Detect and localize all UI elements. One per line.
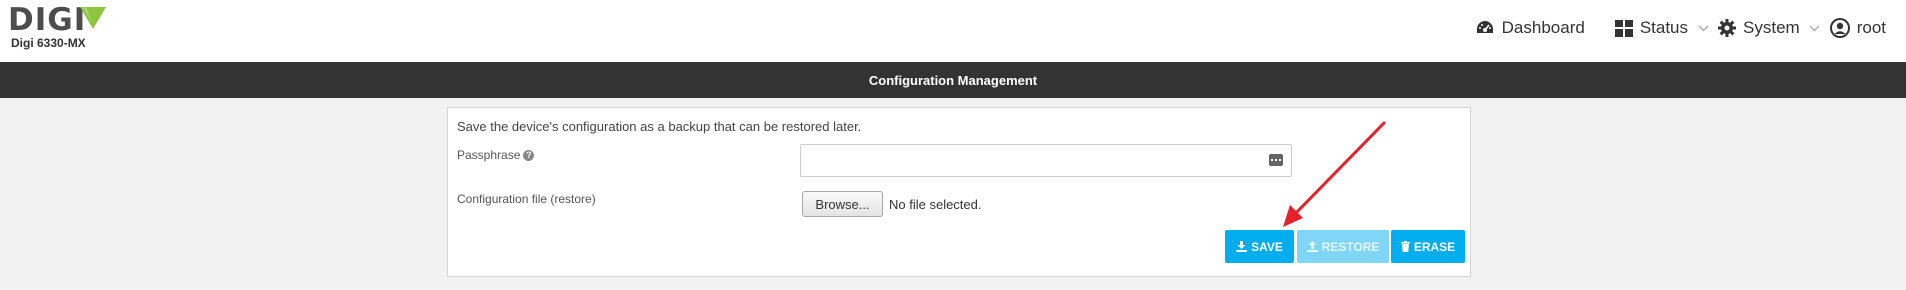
nav-dashboard[interactable]: Dashboard — [1475, 18, 1585, 38]
download-icon — [1236, 241, 1248, 252]
nav-system[interactable]: System — [1718, 18, 1800, 38]
panel-description: Save the device's configuration as a bac… — [457, 119, 862, 134]
system-chevron-down-icon[interactable] — [1800, 25, 1830, 32]
config-file-label: Configuration file (restore) — [457, 192, 596, 206]
browse-button[interactable]: Browse... — [802, 191, 883, 217]
nav-status[interactable]: Status — [1614, 18, 1689, 38]
passphrase-label-text: Passphrase — [457, 148, 521, 162]
top-header: DIGI Digi 6330-MX Dashboard Status Syste… — [0, 0, 1906, 62]
grid-icon — [1614, 19, 1633, 37]
restore-button[interactable]: RESTORE — [1297, 230, 1389, 263]
digi-logo-icon — [80, 7, 106, 29]
config-panel: Save the device's configuration as a bac… — [447, 107, 1471, 277]
save-label: SAVE — [1251, 239, 1283, 254]
upload-icon — [1306, 241, 1318, 252]
gear-icon — [1718, 19, 1737, 37]
page-title-bar: Configuration Management — [0, 62, 1906, 98]
top-nav: Dashboard Status System root — [1475, 15, 1886, 41]
nav-system-label: System — [1743, 18, 1800, 37]
erase-label: ERASE — [1413, 239, 1456, 254]
nav-user[interactable]: root — [1829, 18, 1886, 38]
dashboard-gauge-icon — [1476, 21, 1493, 33]
save-button[interactable]: SAVE — [1225, 230, 1294, 263]
erase-button[interactable]: ERASE — [1391, 230, 1465, 263]
trash-icon — [1400, 241, 1410, 252]
status-chevron-down-icon[interactable] — [1688, 25, 1718, 32]
brand-text: DIGI — [8, 2, 87, 38]
restore-label: RESTORE — [1321, 239, 1380, 254]
passphrase-input[interactable] — [800, 144, 1292, 177]
user-icon — [1829, 18, 1850, 38]
no-file-text: No file selected. — [889, 197, 982, 212]
nav-dashboard-label: Dashboard — [1501, 18, 1585, 37]
device-model: Digi 6330-MX — [11, 36, 86, 50]
page-title: Configuration Management — [868, 72, 1038, 88]
nav-status-label: Status — [1639, 18, 1689, 37]
passphrase-label: Passphrase? — [457, 148, 535, 162]
nav-user-label: root — [1856, 18, 1886, 37]
keyboard-icon[interactable] — [1269, 154, 1283, 166]
question-circle-icon[interactable]: ? — [523, 150, 535, 161]
